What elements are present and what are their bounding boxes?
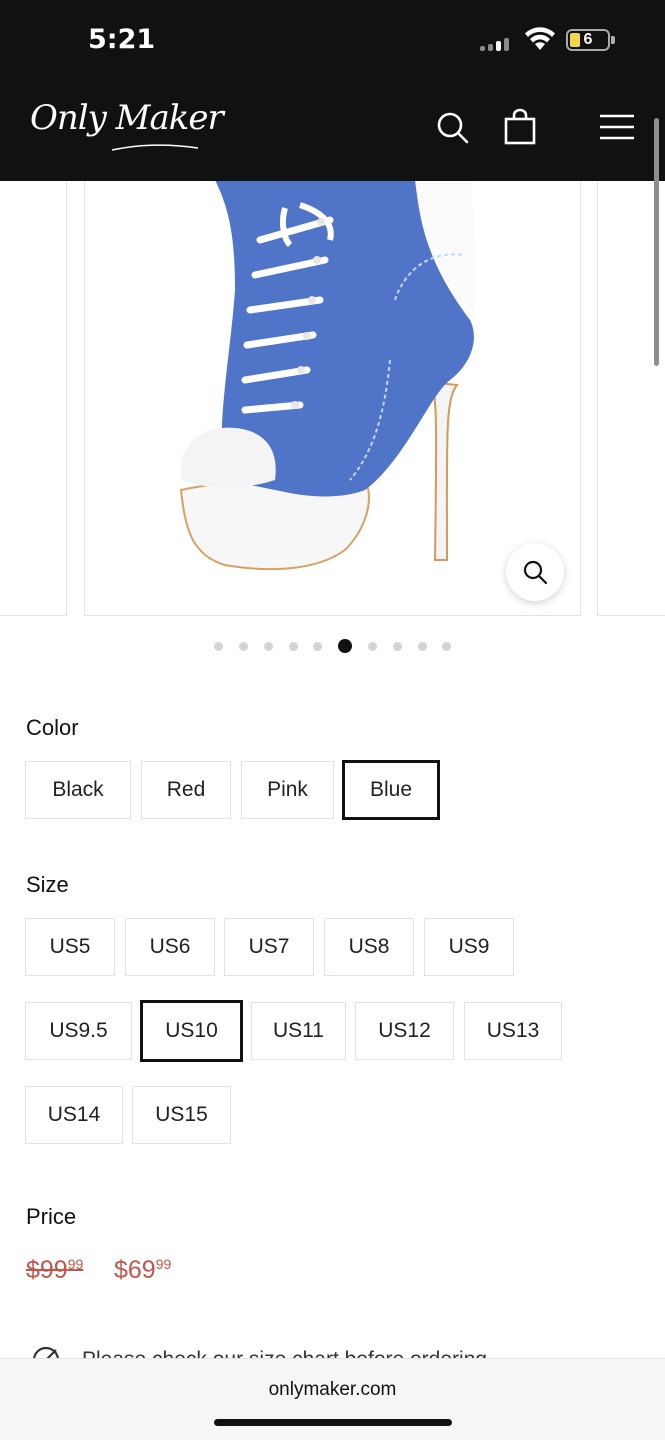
site-logo[interactable]: Only Maker <box>30 98 224 138</box>
sale-price-dollars: $69 <box>114 1256 156 1284</box>
product-gallery[interactable] <box>0 181 665 621</box>
size-option-us10[interactable]: US10 <box>140 1000 243 1062</box>
gallery-pagination <box>0 639 665 655</box>
gallery-dot-3[interactable] <box>264 642 273 651</box>
color-option-blue[interactable]: Blue <box>342 760 440 820</box>
color-option-red[interactable]: Red <box>141 761 231 819</box>
price-label: Price <box>26 1204 77 1229</box>
browser-url-bar[interactable]: onlymaker.com <box>0 1358 665 1440</box>
size-option-us8[interactable]: US8 <box>324 918 414 976</box>
gallery-dot-8[interactable] <box>393 642 402 651</box>
size-option-us13[interactable]: US13 <box>464 1002 562 1060</box>
sale-price: $6999 <box>114 1256 171 1285</box>
gallery-dot-2[interactable] <box>239 642 248 651</box>
home-indicator[interactable] <box>214 1419 452 1426</box>
gallery-dot-5[interactable] <box>313 642 322 651</box>
battery-icon: 6 <box>566 29 610 51</box>
sale-price-cents: 99 <box>155 1256 172 1272</box>
size-option-us12[interactable]: US12 <box>355 1002 454 1060</box>
battery-percent: 6 <box>583 31 593 48</box>
zoom-button[interactable] <box>506 543 564 601</box>
search-icon[interactable] <box>433 108 471 146</box>
gallery-dot-10[interactable] <box>442 642 451 651</box>
original-price-cents: 99 <box>67 1256 84 1272</box>
cellular-signal-icon <box>480 37 514 51</box>
browser-url-text[interactable]: onlymaker.com <box>0 1379 665 1401</box>
page-scrollbar[interactable] <box>654 118 659 366</box>
original-price: $9999 <box>26 1256 83 1285</box>
gallery-dot-6[interactable] <box>338 639 352 653</box>
gallery-slide-current[interactable] <box>84 181 581 616</box>
size-option-us6[interactable]: US6 <box>125 918 215 976</box>
size-option-us14[interactable]: US14 <box>25 1086 123 1144</box>
gallery-dot-1[interactable] <box>214 642 223 651</box>
top-bar: 5:21 6 Only Maker <box>0 0 665 181</box>
menu-icon[interactable] <box>598 108 636 146</box>
logo-swash <box>111 144 199 151</box>
size-option-us11[interactable]: US11 <box>251 1002 346 1060</box>
color-option-pink[interactable]: Pink <box>241 761 334 819</box>
zoom-search-icon <box>523 560 548 585</box>
color-option-black[interactable]: Black <box>25 761 131 819</box>
size-label: Size <box>26 872 69 897</box>
gallery-dot-9[interactable] <box>418 642 427 651</box>
size-option-us9-5[interactable]: US9.5 <box>25 1002 132 1060</box>
gallery-dot-4[interactable] <box>289 642 298 651</box>
original-price-dollars: $99 <box>26 1256 68 1284</box>
size-option-us15[interactable]: US15 <box>132 1086 231 1144</box>
battery-tip <box>611 36 615 44</box>
size-option-us9[interactable]: US9 <box>424 918 514 976</box>
color-label: Color <box>26 715 79 740</box>
gallery-dot-7[interactable] <box>368 642 377 651</box>
product-image-boot <box>179 181 477 571</box>
shopping-bag-icon[interactable] <box>501 108 539 146</box>
gallery-slide-previous[interactable] <box>0 181 67 616</box>
size-option-us7[interactable]: US7 <box>224 918 314 976</box>
size-option-us5[interactable]: US5 <box>25 918 115 976</box>
wifi-icon <box>525 27 555 50</box>
size-chart-note[interactable]: Please check our size chart before order… <box>0 1340 665 1360</box>
status-time: 5:21 <box>88 24 156 55</box>
